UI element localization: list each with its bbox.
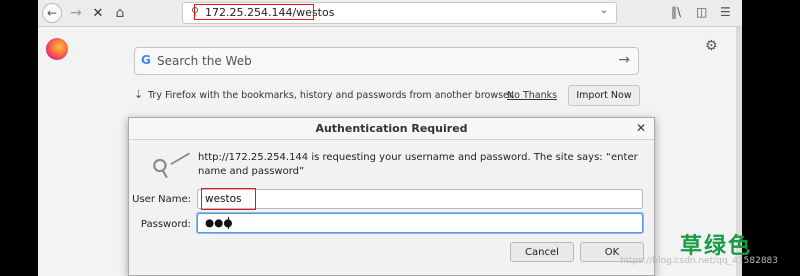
key-icon: ⚲— — [146, 139, 197, 185]
web-search-box[interactable]: G Search the Web → — [134, 47, 639, 75]
close-icon[interactable]: ✕ — [636, 121, 646, 135]
arrow-right-icon: → — [70, 5, 82, 21]
home-button[interactable]: ⌂ — [110, 3, 130, 23]
home-icon: ⌂ — [115, 5, 125, 21]
firefox-logo-icon — [46, 38, 68, 60]
password-field[interactable]: ●●● — [197, 213, 643, 233]
dialog-title: Authentication Required — [315, 122, 468, 135]
dialog-titlebar: Authentication Required ✕ — [129, 118, 654, 140]
username-label: User Name: — [132, 194, 191, 205]
address-bar[interactable]: ⚲ 172.25.254.144/westos ⌄ — [182, 2, 617, 24]
watermark-credit: https://blog.csdn.net/qq_41582883 — [620, 256, 779, 266]
google-icon: G — [141, 53, 151, 67]
arrow-left-icon: ← — [46, 6, 58, 20]
browser-window: ← → ✕ ⌂ ⚲ 172.25.254.144/westos ⌄ ‖\ ◫ ☰… — [38, 0, 742, 276]
sidebar-icon[interactable]: ◫ — [696, 5, 707, 19]
library-icon[interactable]: ‖\ — [671, 5, 681, 19]
import-icon: ⇣ — [134, 88, 144, 101]
authentication-dialog: Authentication Required ✕ ⚲— http://172.… — [128, 117, 655, 276]
import-message: Try Firefox with the bookmarks, history … — [148, 90, 515, 101]
forward-button[interactable]: → — [66, 3, 86, 23]
red-highlight-box — [201, 188, 256, 210]
arrow-right-icon[interactable]: → — [618, 52, 630, 68]
username-field[interactable]: westos — [197, 188, 643, 210]
hamburger-menu-icon[interactable]: ☰ — [720, 5, 731, 19]
password-label: Password: — [140, 219, 191, 230]
import-now-button[interactable]: Import Now — [568, 85, 640, 106]
gear-icon[interactable]: ⚙ — [705, 38, 718, 54]
chevron-down-icon[interactable]: ⌄ — [600, 5, 608, 16]
browser-toolbar: ← → ✕ ⌂ ⚲ 172.25.254.144/westos ⌄ ‖\ ◫ ☰ — [38, 0, 742, 27]
import-banner: ⇣ Try Firefox with the bookmarks, histor… — [134, 85, 642, 106]
no-thanks-link[interactable]: No Thanks — [507, 90, 557, 101]
dialog-message: http://172.25.254.144 is requesting your… — [198, 152, 638, 177]
search-placeholder: Search the Web — [157, 54, 252, 68]
red-highlight-box — [194, 4, 314, 20]
back-button[interactable]: ← — [42, 3, 62, 23]
text-cursor — [228, 217, 229, 229]
cancel-button[interactable]: Cancel — [510, 242, 574, 262]
stop-button[interactable]: ✕ — [88, 3, 108, 23]
close-icon: ✕ — [92, 5, 104, 21]
